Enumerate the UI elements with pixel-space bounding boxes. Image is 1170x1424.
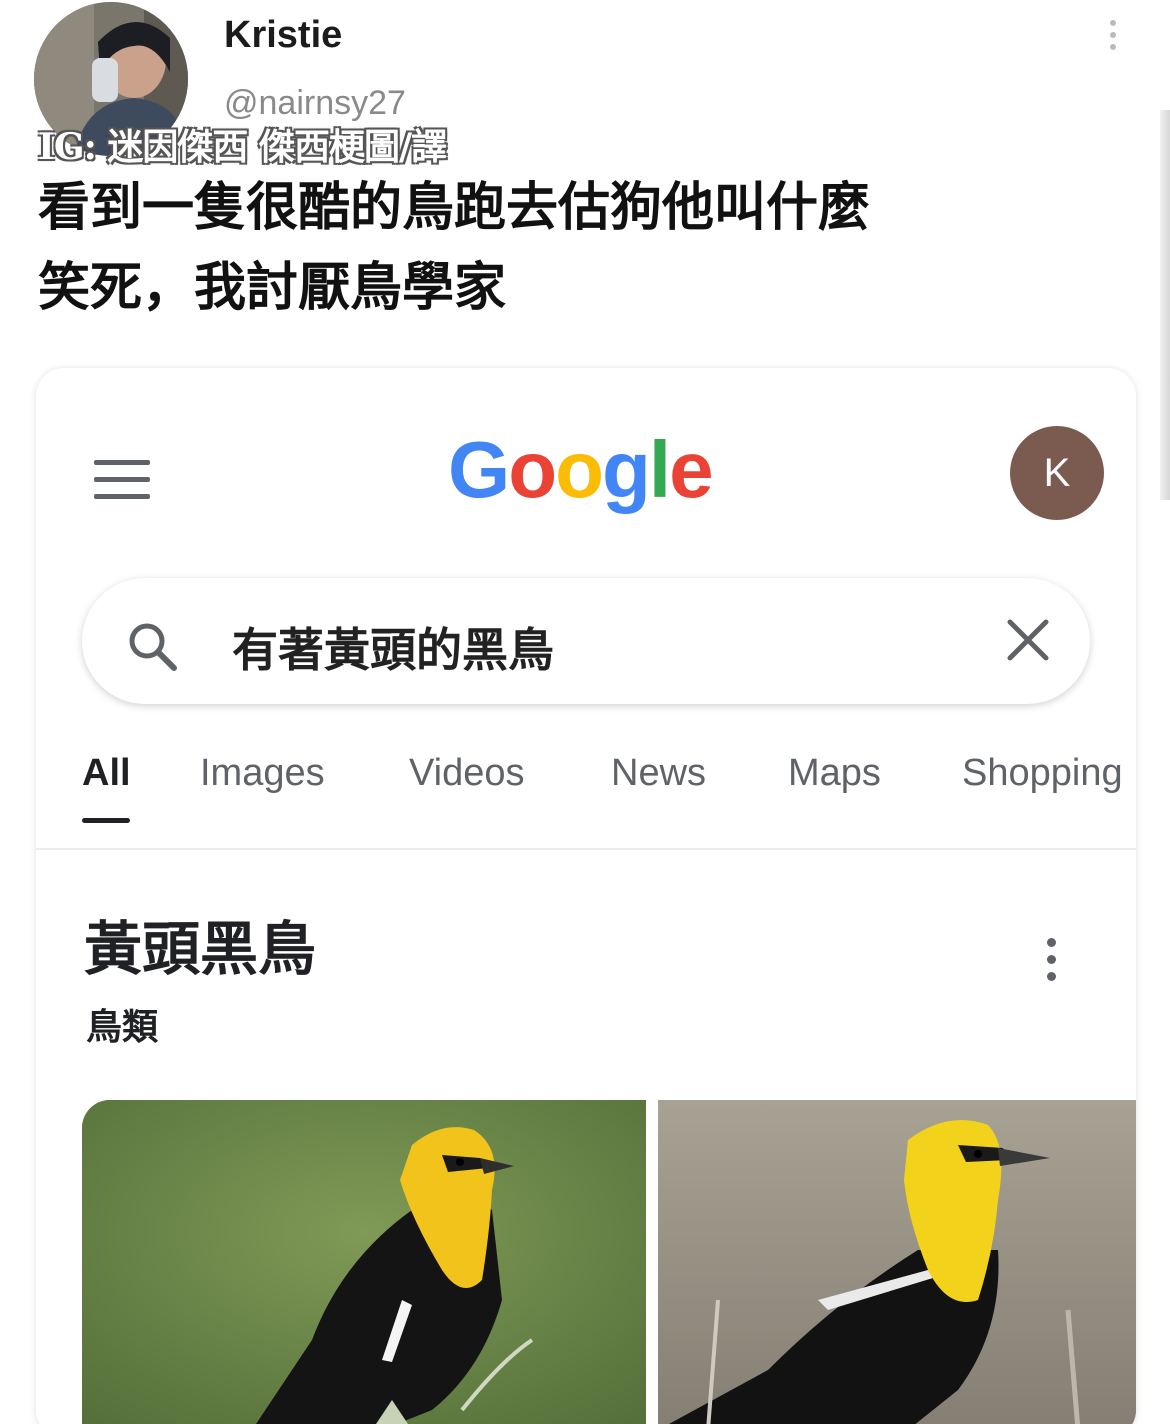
menu-icon[interactable] [94, 460, 150, 500]
google-logo[interactable]: Google [448, 424, 714, 516]
divider [36, 848, 1136, 850]
scrollbar [1160, 110, 1170, 500]
active-tab-indicator [82, 818, 130, 823]
tab-maps[interactable]: Maps [788, 752, 881, 795]
post-text-line: 看到一隻很酷的鳥跑去估狗他叫什麼 [38, 178, 871, 238]
screenshot: Kristie @nairnsy27 IG: 迷因傑西 傑西梗圖/譯 看到一隻很… [0, 0, 1170, 1424]
tab-images[interactable]: Images [200, 752, 325, 795]
more-vert-icon[interactable] [1098, 20, 1128, 60]
tab-all[interactable]: All [82, 752, 131, 795]
author-name[interactable]: Kristie [224, 14, 342, 57]
tab-videos[interactable]: Videos [409, 752, 525, 795]
knowledge-panel-title: 黃頭黑鳥 [84, 915, 317, 983]
watermark-text: IG: 迷因傑西 傑西梗圖/譯 [38, 126, 447, 168]
post-text-line: 笑死，我討厭鳥學家 [38, 258, 507, 318]
bird-image[interactable] [82, 1100, 646, 1424]
bird-image[interactable] [658, 1100, 1136, 1424]
search-icon[interactable] [126, 620, 178, 672]
knowledge-panel-subtitle: 鳥類 [86, 1007, 159, 1048]
tab-news[interactable]: News [611, 752, 706, 795]
search-tabs: All Images Videos News Maps Shopping [82, 752, 1136, 812]
post-text: 看到一隻很酷的鳥跑去估狗他叫什麼 笑死，我討厭鳥學家 [38, 168, 1138, 328]
account-avatar-button[interactable]: K [1010, 426, 1104, 520]
tab-shopping[interactable]: Shopping [962, 752, 1123, 795]
google-search-screenshot: Google K 有著黃頭的黑鳥 All Images Videos News [36, 368, 1136, 1424]
close-icon[interactable] [1006, 618, 1050, 662]
search-input[interactable]: 有著黃頭的黑鳥 [232, 614, 554, 680]
more-vert-icon[interactable] [1036, 938, 1066, 982]
search-bar[interactable]: 有著黃頭的黑鳥 [82, 578, 1090, 704]
